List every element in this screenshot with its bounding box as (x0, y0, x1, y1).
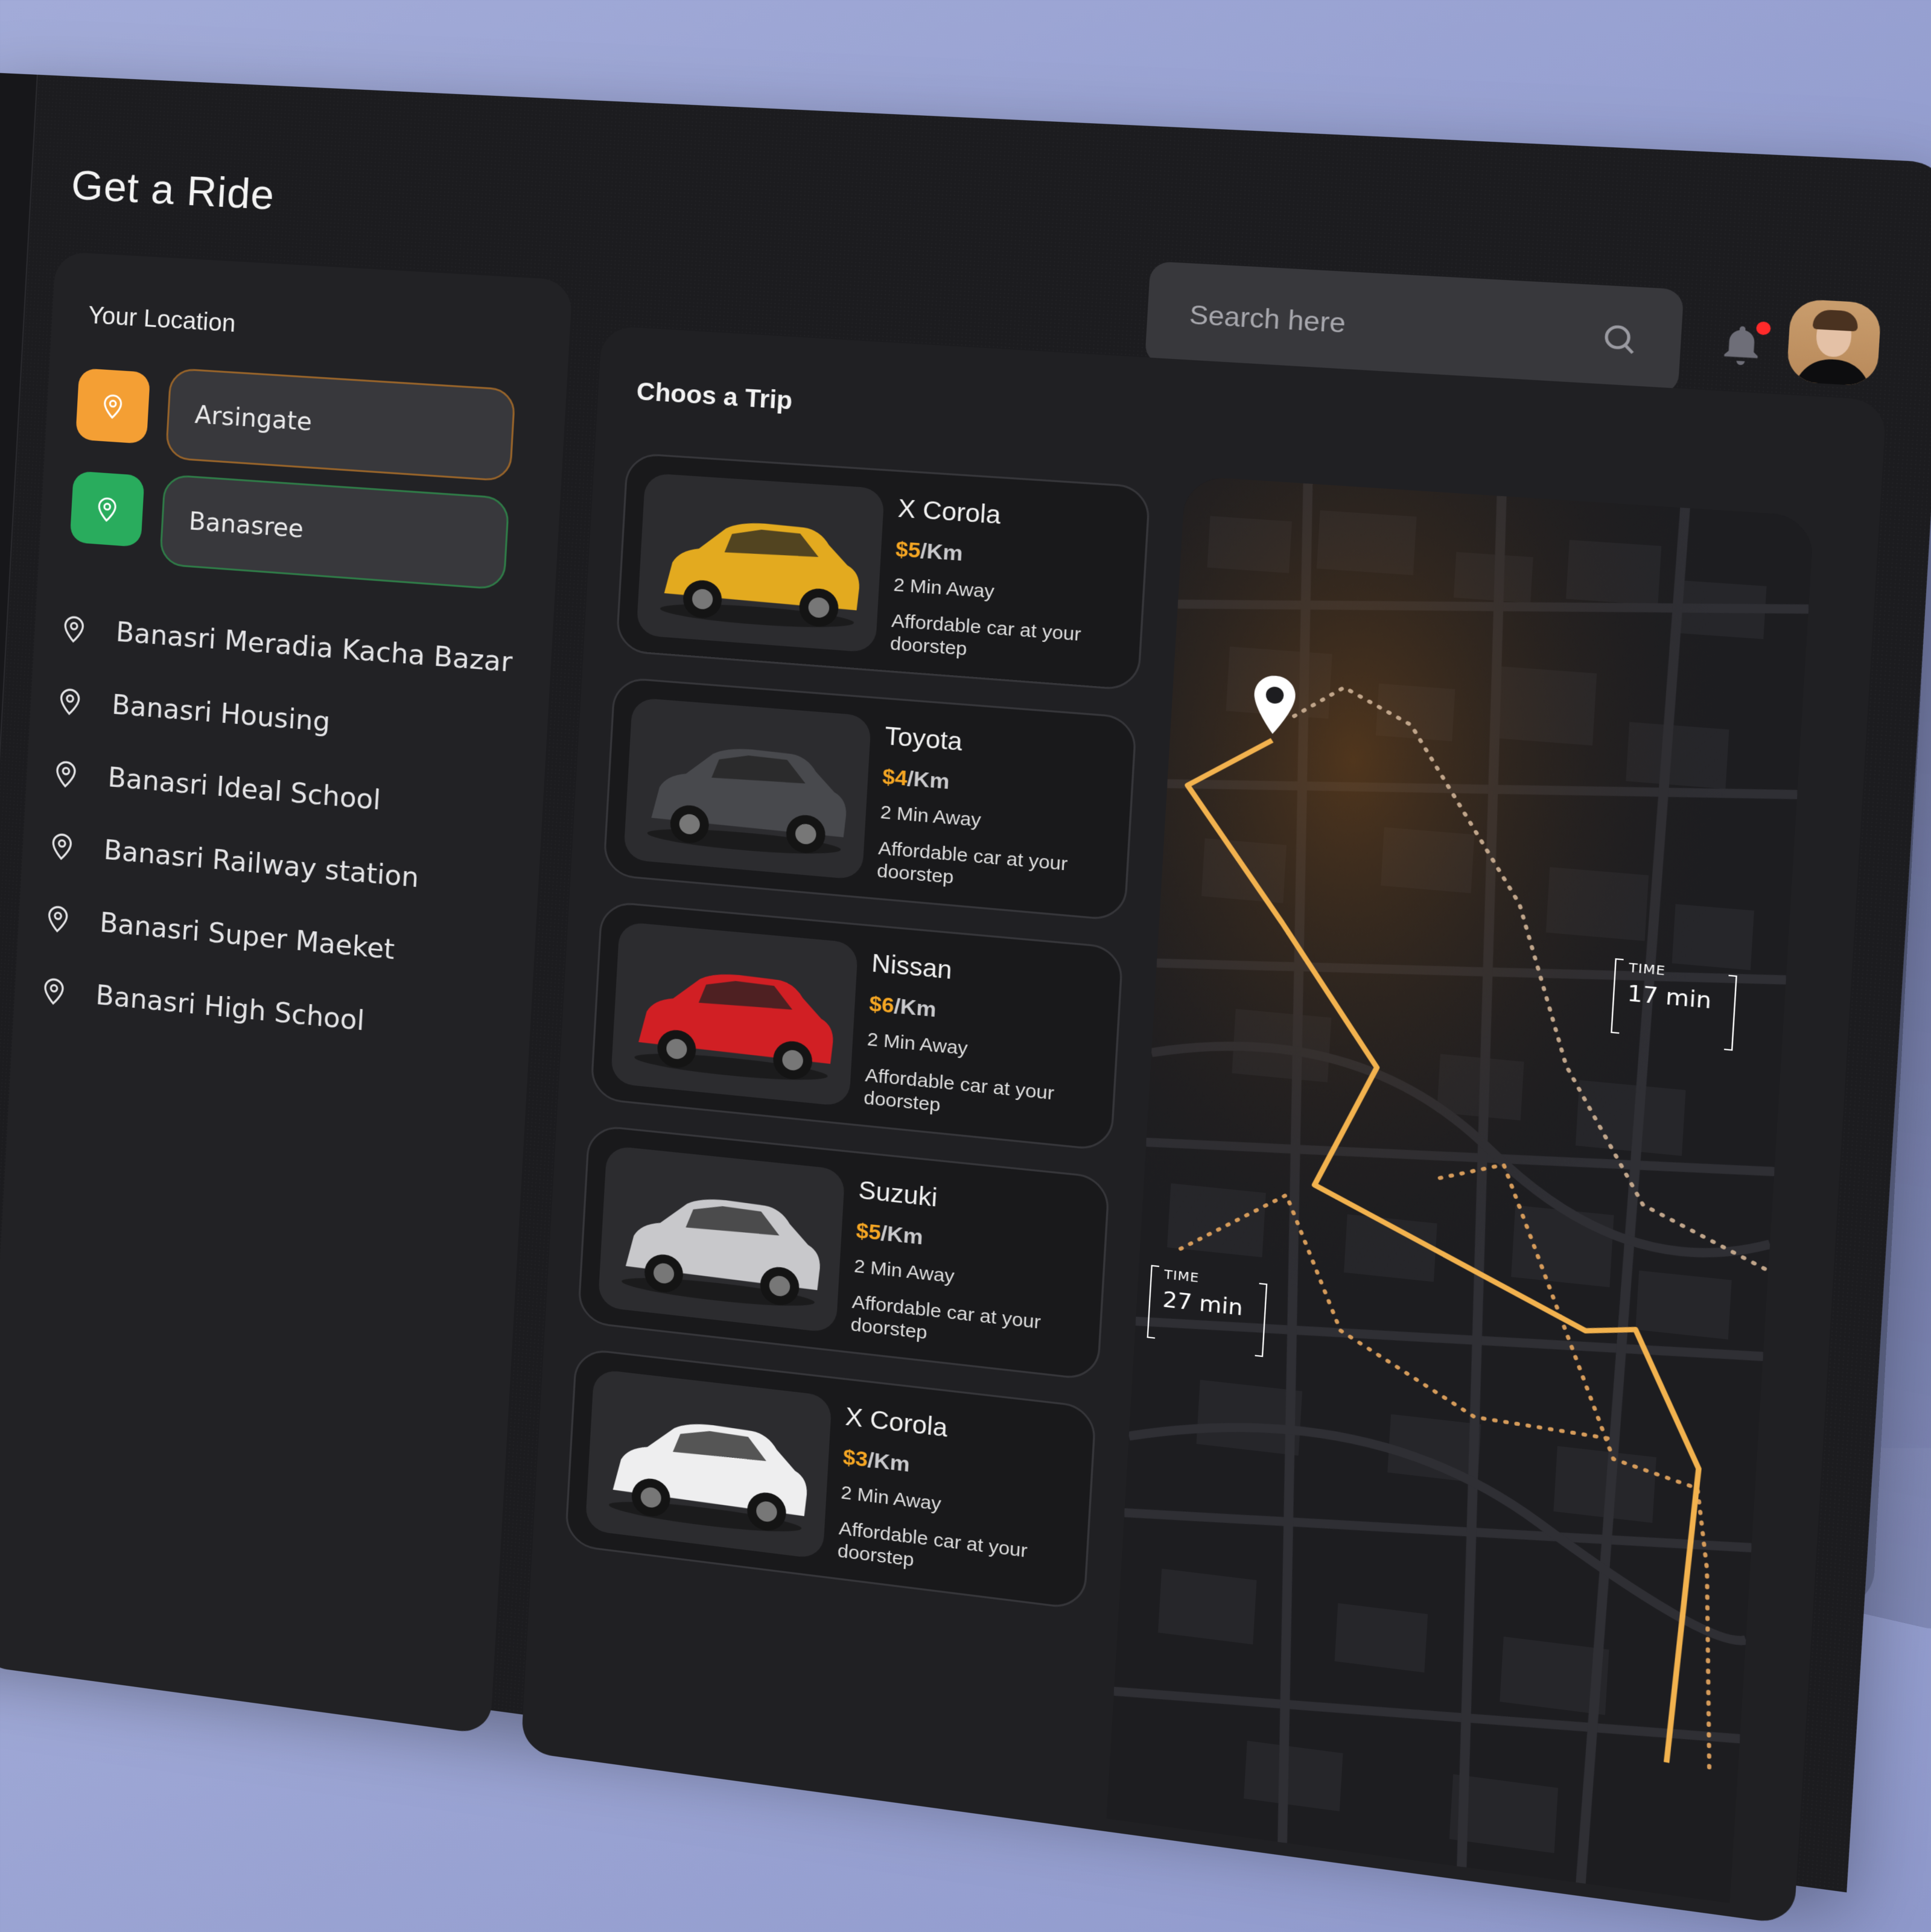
location-pin-icon (38, 973, 70, 1009)
car-icon (621, 1190, 824, 1312)
user-avatar[interactable] (1786, 298, 1882, 387)
location-pin-icon (92, 492, 122, 526)
destination-input[interactable] (186, 506, 500, 558)
time-label-27: TIME 27 min (1147, 1265, 1268, 1358)
car-eta: 2 Min Away (853, 1255, 955, 1288)
dashboard-panel: Get a Ride Your Location (0, 72, 1931, 1925)
notification-badge (1755, 321, 1771, 335)
pickup-input[interactable] (192, 400, 506, 450)
car-price: $5/Km (855, 1218, 924, 1250)
suggestion-label: Banasri Super Maeket (99, 907, 396, 966)
trip-card[interactable]: Nissan $6/Km 2 Min Away Affordable car a… (590, 900, 1124, 1152)
pickup-pin-button[interactable] (75, 367, 151, 445)
trip-card[interactable]: X Corola $5/Km 2 Min Away Affordable car… (615, 452, 1151, 691)
suggestion-label: Banasri Housing (111, 689, 331, 738)
pickup-field[interactable] (165, 367, 517, 482)
map-canvas (1106, 475, 1815, 1904)
car-name: Nissan (871, 949, 953, 985)
search-input[interactable] (1187, 298, 1602, 354)
app-window: Get a Ride Your Location (0, 72, 1931, 1925)
car-image (636, 472, 885, 653)
car-image (610, 921, 859, 1107)
car-price: $4/Km (882, 764, 950, 794)
car-description: Affordable car at your doorstep (876, 837, 1069, 888)
location-title: Your Location (87, 302, 237, 338)
location-pin-icon (54, 683, 86, 719)
car-description: Affordable car at your doorstep (889, 610, 1082, 660)
trip-card[interactable]: Toyota $4/Km 2 Min Away Affordable car a… (602, 676, 1137, 922)
car-image (585, 1368, 832, 1560)
car-name: Toyota (883, 722, 964, 757)
trip-section-title: Choos a Trip (635, 378, 794, 415)
notification-button[interactable] (1715, 318, 1771, 373)
suggestion-label: Banasri High School (95, 979, 366, 1037)
route-map[interactable]: TIME 17 min TIME 27 min (1106, 475, 1815, 1904)
car-description: Affordable car at your doorstep (863, 1064, 1055, 1116)
car-icon (634, 966, 836, 1085)
location-pin-icon (98, 389, 128, 422)
suggestion-label: Banasri Railway station (103, 834, 420, 894)
destination-pin-button[interactable] (69, 471, 145, 548)
suggestion-label: Banasri Ideal School (107, 761, 382, 816)
car-description: Affordable car at your doorstep (837, 1517, 1028, 1571)
location-pin-icon (50, 755, 82, 792)
car-icon (660, 516, 863, 632)
car-price: $6/Km (868, 991, 937, 1022)
car-name: X Corola (844, 1402, 949, 1443)
car-image (623, 697, 872, 880)
suggestion-label: Banasri Meradia Kacha Bazar (115, 616, 514, 678)
car-eta: 2 Min Away (867, 1029, 969, 1060)
car-icon (646, 742, 850, 859)
car-icon (608, 1414, 810, 1537)
search-icon[interactable] (1599, 320, 1640, 357)
car-price: $5/Km (895, 537, 964, 566)
car-eta: 2 Min Away (892, 574, 995, 603)
car-description: Affordable car at your doorstep (850, 1291, 1042, 1344)
page-title: Get a Ride (70, 162, 276, 219)
suggestion-list: Banasri Meradia Kacha Bazar Banasri Hous… (37, 591, 514, 1070)
car-name: X Corola (897, 494, 1002, 530)
location-pin-icon (58, 611, 90, 647)
time-label-17: TIME 17 min (1611, 958, 1737, 1051)
location-pin-icon (42, 900, 74, 937)
car-name: Suzuki (857, 1176, 938, 1213)
location-pin-icon (46, 828, 78, 864)
trip-list: X Corola $5/Km 2 Min Away Affordable car… (563, 452, 1151, 1636)
trip-section: Choos a Trip X Corola $5/Km 2 Min Away A… (520, 325, 1887, 1925)
trip-card[interactable]: Suzuki $5/Km 2 Min Away Affordable car a… (577, 1123, 1110, 1382)
car-eta: 2 Min Away (879, 801, 982, 831)
trip-card[interactable]: X Corola $3/Km 2 Min Away Affordable car… (564, 1347, 1097, 1611)
car-image (597, 1145, 845, 1333)
location-card: Your Location Banasri Meradia Kacha Baza… (0, 251, 573, 1735)
destination-field[interactable] (159, 474, 510, 591)
